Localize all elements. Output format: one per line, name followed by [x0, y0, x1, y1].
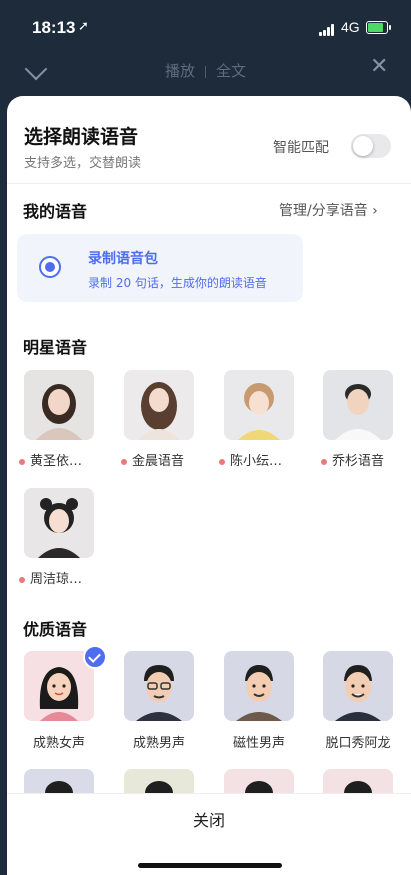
sheet-subtitle: 支持多选，交替朗读 [24, 156, 142, 171]
star-avatar[interactable] [124, 370, 194, 440]
battery-icon [366, 21, 391, 34]
player-tabs: 播放 全文 [0, 60, 411, 81]
man-cartoon-icon [323, 651, 393, 721]
home-indicator[interactable] [138, 863, 282, 868]
chevron-right-icon: › [372, 203, 378, 219]
person-photo-icon [323, 370, 393, 440]
network-type: 4G [341, 19, 360, 35]
star-voice-name: 乔杉语音 [321, 450, 411, 469]
player-top-bar: 播放 全文 ✕ [0, 54, 411, 96]
location-arrow-icon: ➚ [78, 19, 89, 34]
person-photo-icon [24, 370, 94, 440]
radio-selected-icon [39, 256, 61, 278]
manage-share-link[interactable]: 管理/分享语音 › [279, 200, 378, 220]
tab-play[interactable]: 播放 [165, 62, 195, 80]
star-voice-name: 陈小纭… [219, 450, 309, 469]
status-time: 18:13 [32, 18, 76, 37]
sheet-footer: 关闭 [7, 793, 411, 875]
selected-check-icon [83, 645, 107, 669]
manage-share-label: 管理/分享语音 [279, 203, 368, 219]
person-photo-icon [24, 488, 94, 558]
close-icon[interactable]: ✕ [370, 54, 388, 79]
record-title: 录制语音包 [88, 251, 158, 267]
star-avatar[interactable] [323, 370, 393, 440]
smart-match-label: 智能匹配 [273, 140, 329, 156]
quality-avatar[interactable] [124, 651, 194, 721]
star-voice-name: 黄圣依… [19, 450, 109, 469]
divider [7, 183, 411, 184]
star-avatar[interactable] [224, 370, 294, 440]
star-voice-name: 金晨语音 [121, 450, 211, 469]
record-voice-card[interactable]: 录制语音包 录制 20 句话，生成你的朗读语音 [17, 234, 303, 302]
person-photo-icon [124, 370, 194, 440]
smart-match-toggle[interactable] [351, 134, 391, 158]
signal-icon [319, 24, 337, 36]
quality-voice-name: 成熟男声 [132, 736, 185, 751]
section-title-star-voice: 明星语音 [23, 338, 88, 357]
man-cartoon-icon [224, 651, 294, 721]
quality-voice-name: 脱口秀阿龙 [325, 736, 391, 751]
record-desc: 录制 20 句话，生成你的朗读语音 [88, 276, 267, 290]
tab-fulltext[interactable]: 全文 [216, 62, 246, 80]
star-avatar[interactable] [24, 370, 94, 440]
section-title-my-voice: 我的语音 [23, 202, 88, 221]
sheet-title: 选择朗读语音 [24, 126, 139, 148]
man-glasses-cartoon-icon [124, 651, 194, 721]
star-voice-name: 周洁琼… [19, 568, 109, 587]
star-avatar[interactable] [24, 488, 94, 558]
quality-avatar[interactable] [323, 651, 393, 721]
voice-select-sheet: 选择朗读语音 支持多选，交替朗读 智能匹配 我的语音 管理/分享语音 › 录制语… [7, 96, 411, 875]
status-bar: 18:13 ➚ 4G [0, 0, 411, 54]
quality-voice-name: 磁性男声 [232, 736, 285, 751]
person-photo-icon [224, 370, 294, 440]
quality-avatar[interactable] [224, 651, 294, 721]
section-title-quality-voice: 优质语音 [23, 620, 88, 639]
close-button[interactable]: 关闭 [7, 807, 411, 831]
quality-voice-name: 成熟女声 [32, 736, 85, 751]
